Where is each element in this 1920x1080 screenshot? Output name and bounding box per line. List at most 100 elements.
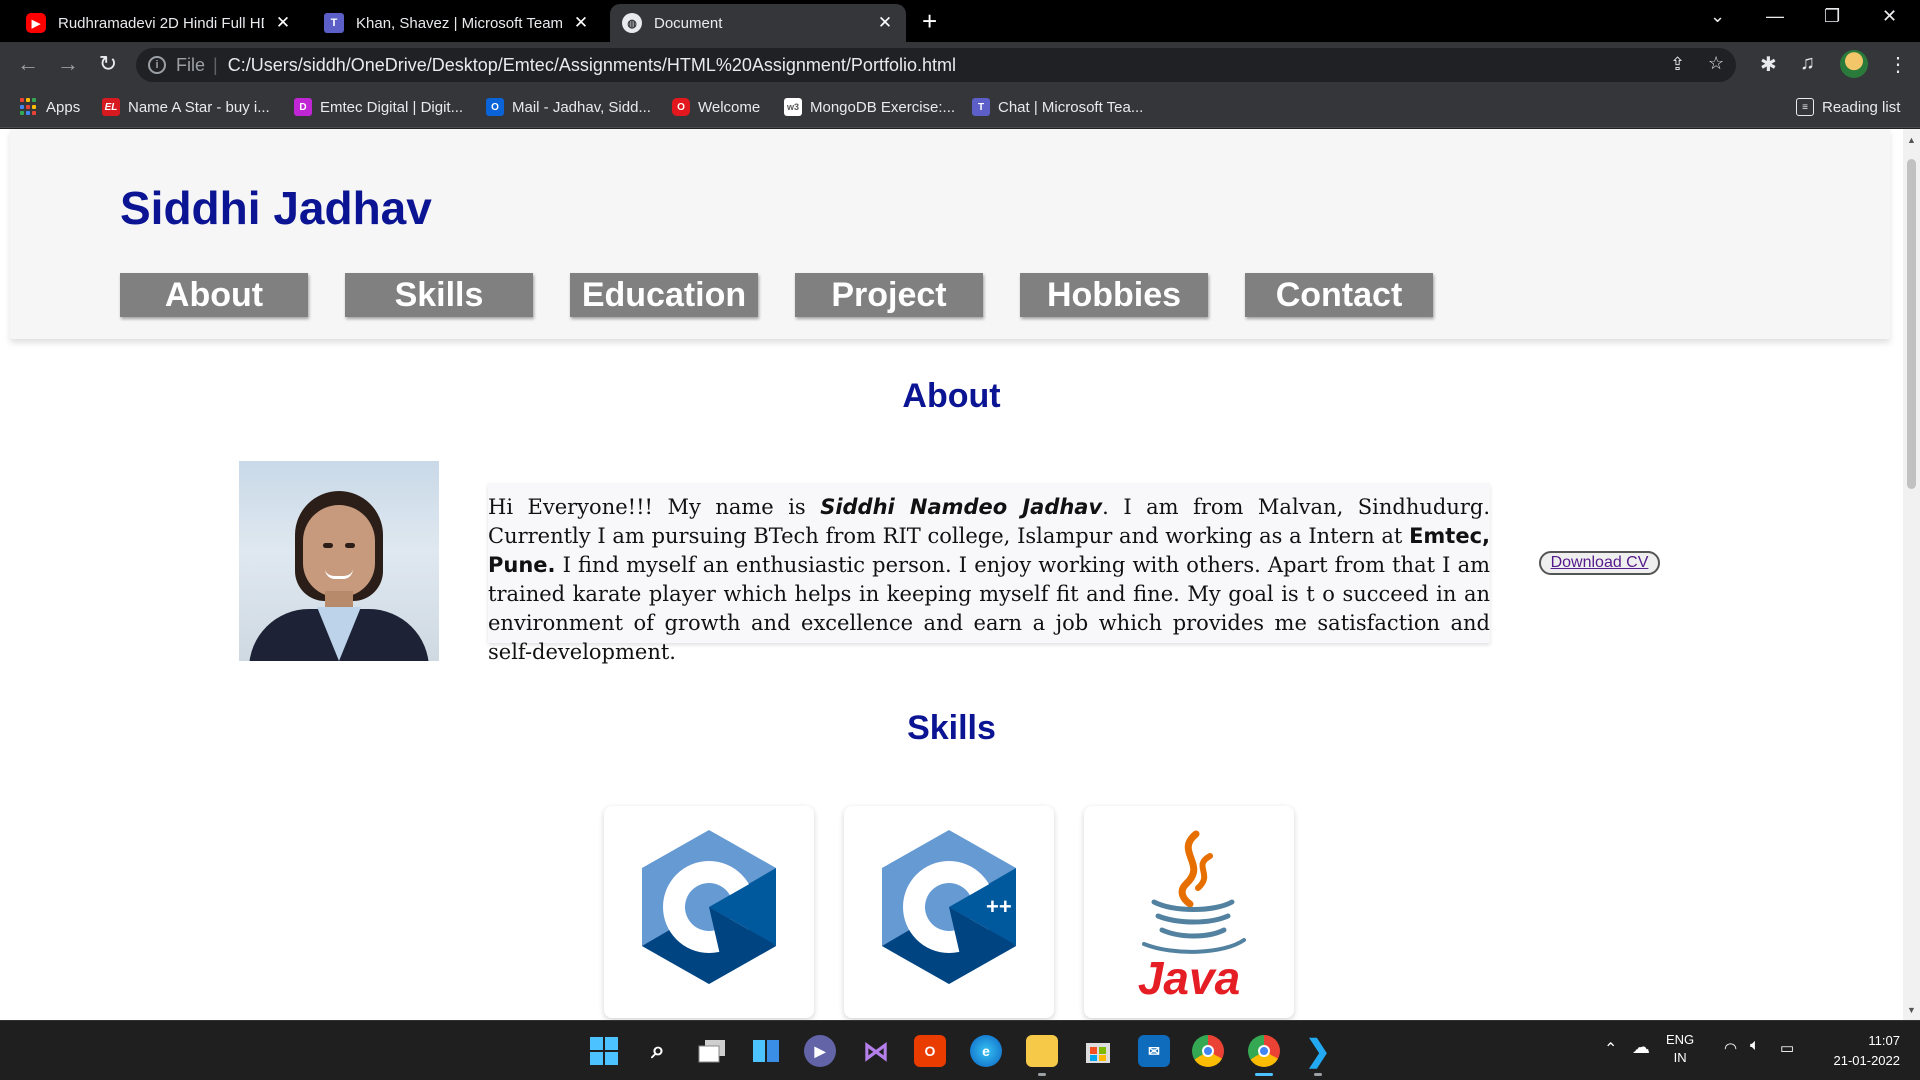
browser-toolbar: ← → ↻ i File | C:/Users/siddh/OneDrive/D… — [0, 42, 1920, 88]
visual-studio-icon[interactable]: ⋈ — [860, 1035, 892, 1067]
close-window-icon[interactable]: ✕ — [1882, 6, 1897, 27]
restore-icon[interactable]: ❐ — [1824, 6, 1840, 27]
java-wordmark: Java — [1138, 952, 1240, 1002]
youtube-icon: ▶ — [26, 13, 46, 33]
menu-kebab-icon[interactable]: ⋮ — [1888, 52, 1908, 77]
close-icon[interactable]: ✕ — [572, 13, 590, 33]
skills-heading: Skills — [907, 709, 996, 747]
tab-youtube[interactable]: ▶ Rudhramadevi 2D Hindi Full HD M ✕ — [14, 4, 304, 42]
scroll-up-icon[interactable]: ▲ — [1907, 135, 1916, 145]
bookmark-mail[interactable]: O Mail - Jadhav, Sidd... — [486, 98, 651, 116]
close-icon[interactable]: ✕ — [274, 13, 292, 33]
windows-taskbar: ⌕ ▶ ⋈ O e ✉ ❯ ⌃ ☁ ENG IN ◠ 🔈︎ ▭ 11:07 21… — [0, 1020, 1920, 1080]
wifi-icon[interactable]: ◠ — [1724, 1039, 1737, 1057]
browser-titlebar: ▶ Rudhramadevi 2D Hindi Full HD M ✕ T Kh… — [0, 0, 1920, 42]
volume-icon[interactable]: 🔈︎ — [1750, 1037, 1760, 1055]
teams-chat-icon[interactable]: ▶ — [804, 1035, 836, 1067]
reading-list-label: Reading list — [1822, 98, 1901, 116]
site-info-icon[interactable]: i — [148, 56, 166, 74]
clock-time: 11:07 — [1868, 1033, 1900, 1048]
address-url[interactable]: C:/Users/siddh/OneDrive/Desktop/Emtec/As… — [228, 55, 956, 76]
bookmark-label: MongoDB Exercise:... — [810, 98, 956, 116]
widgets-icon[interactable] — [750, 1035, 782, 1067]
bookmark-name-a-star[interactable]: EL Name A Star - buy i... — [102, 98, 270, 116]
bookmark-mongodb[interactable]: w3 MongoDB Exercise:... — [784, 98, 955, 116]
about-paragraph: Hi Everyone!!! My name is Siddhi Namdeo … — [488, 495, 1490, 664]
nav-education[interactable]: Education — [570, 273, 758, 317]
store-icon[interactable] — [1082, 1035, 1114, 1067]
onedrive-cloud-icon[interactable]: ☁ — [1632, 1037, 1650, 1058]
skill-card-c — [604, 806, 814, 1018]
bookmark-label: Chat | Microsoft Tea... — [998, 98, 1144, 116]
outlook-icon: O — [486, 98, 504, 116]
tab-teams[interactable]: T Khan, Shavez | Microsoft Teams ✕ — [312, 4, 602, 42]
bookmark-label: Name A Star - buy i... — [128, 98, 270, 116]
nav-about[interactable]: About — [120, 273, 308, 317]
language-indicator[interactable]: ENG IN — [1666, 1031, 1694, 1067]
c-logo-icon — [642, 830, 776, 984]
teams-icon: T — [972, 98, 990, 116]
site-name: Siddhi Jadhav — [120, 182, 432, 234]
bookmarks-bar: Apps EL Name A Star - buy i... D Emtec D… — [0, 88, 1920, 128]
oracle-icon: O — [672, 98, 690, 116]
address-scheme: File — [176, 54, 206, 75]
edge-icon[interactable]: e — [970, 1035, 1002, 1067]
nav-project[interactable]: Project — [795, 273, 983, 317]
minimize-icon[interactable]: — — [1766, 6, 1784, 27]
tab-document[interactable]: ◍ Document ✕ — [610, 4, 906, 42]
bookmark-label: Emtec Digital | Digit... — [320, 98, 464, 116]
mail-icon[interactable]: ✉ — [1138, 1035, 1170, 1067]
tab-label: Khan, Shavez | Microsoft Teams — [356, 14, 562, 32]
page-scrollbar[interactable]: ▲ ▼ — [1903, 129, 1920, 1020]
forward-icon[interactable]: → — [54, 51, 82, 77]
nav-hobbies[interactable]: Hobbies — [1020, 273, 1208, 317]
java-logo-icon: Java — [1138, 830, 1246, 1002]
new-tab-button[interactable]: + — [922, 6, 937, 37]
bookmark-star-icon[interactable]: ☆ — [1708, 53, 1724, 74]
task-view-icon[interactable] — [696, 1035, 728, 1067]
nav-skills[interactable]: Skills — [345, 273, 533, 317]
bookmark-welcome[interactable]: O Welcome — [672, 98, 760, 116]
address-bar[interactable]: i File | C:/Users/siddh/OneDrive/Desktop… — [136, 48, 1736, 82]
vscode-icon[interactable]: ❯ — [1302, 1035, 1334, 1068]
reload-icon[interactable]: ↻ — [94, 51, 122, 77]
bookmark-apps[interactable]: Apps — [20, 98, 80, 116]
media-control-icon[interactable]: ♫ — [1800, 52, 1815, 75]
profile-avatar[interactable] — [1840, 50, 1868, 78]
reading-list[interactable]: ≡ Reading list — [1796, 98, 1900, 116]
chrome-active-icon[interactable] — [1248, 1035, 1280, 1067]
bookmark-emtec[interactable]: D Emtec Digital | Digit... — [294, 98, 463, 116]
close-icon[interactable]: ✕ — [876, 13, 894, 33]
extensions-icon[interactable]: ✱ — [1760, 52, 1777, 77]
chrome-icon[interactable] — [1192, 1035, 1224, 1067]
address-separator: | — [213, 54, 218, 75]
tab-label: Rudhramadevi 2D Hindi Full HD M — [58, 14, 264, 32]
bookmark-label: Mail - Jadhav, Sidd... — [512, 98, 651, 116]
reading-list-icon: ≡ — [1796, 98, 1814, 116]
cpp-plus-label: ++ — [986, 894, 1012, 919]
office-icon[interactable]: O — [914, 1035, 946, 1067]
battery-icon[interactable]: ▭ — [1780, 1039, 1794, 1057]
search-icon[interactable]: ⌕ — [642, 1035, 674, 1067]
share-icon[interactable]: ⇪ — [1670, 54, 1685, 75]
scrollbar-thumb[interactable] — [1907, 159, 1916, 489]
windows-start-icon[interactable] — [588, 1035, 620, 1067]
cpp-logo-icon: ++ — [882, 830, 1016, 984]
back-icon[interactable]: ← — [14, 51, 42, 77]
show-hidden-icons-chevron[interactable]: ⌃ — [1604, 1039, 1617, 1059]
bookmark-teams-chat[interactable]: T Chat | Microsoft Tea... — [972, 98, 1143, 116]
globe-icon: ◍ — [622, 13, 642, 33]
download-cv-button[interactable]: Download CV — [1539, 551, 1660, 575]
skill-card-cpp: ++ — [844, 806, 1054, 1018]
clock[interactable]: 11:07 21-01-2022 — [1822, 1031, 1901, 1071]
file-explorer-icon[interactable] — [1026, 1035, 1058, 1067]
page-viewport: Siddhi Jadhav About Skills Education Pro… — [0, 129, 1903, 1020]
bookmark-label: Apps — [46, 98, 81, 116]
w3schools-icon: w3 — [784, 98, 802, 116]
tab-search-chevron-icon[interactable]: ⌄ — [1710, 6, 1725, 27]
el-logo-icon: EL — [102, 98, 120, 116]
clock-date: 21-01-2022 — [1833, 1053, 1901, 1068]
tab-label: Document — [654, 14, 723, 32]
scroll-down-icon[interactable]: ▼ — [1907, 1005, 1916, 1015]
nav-contact[interactable]: Contact — [1245, 273, 1433, 317]
